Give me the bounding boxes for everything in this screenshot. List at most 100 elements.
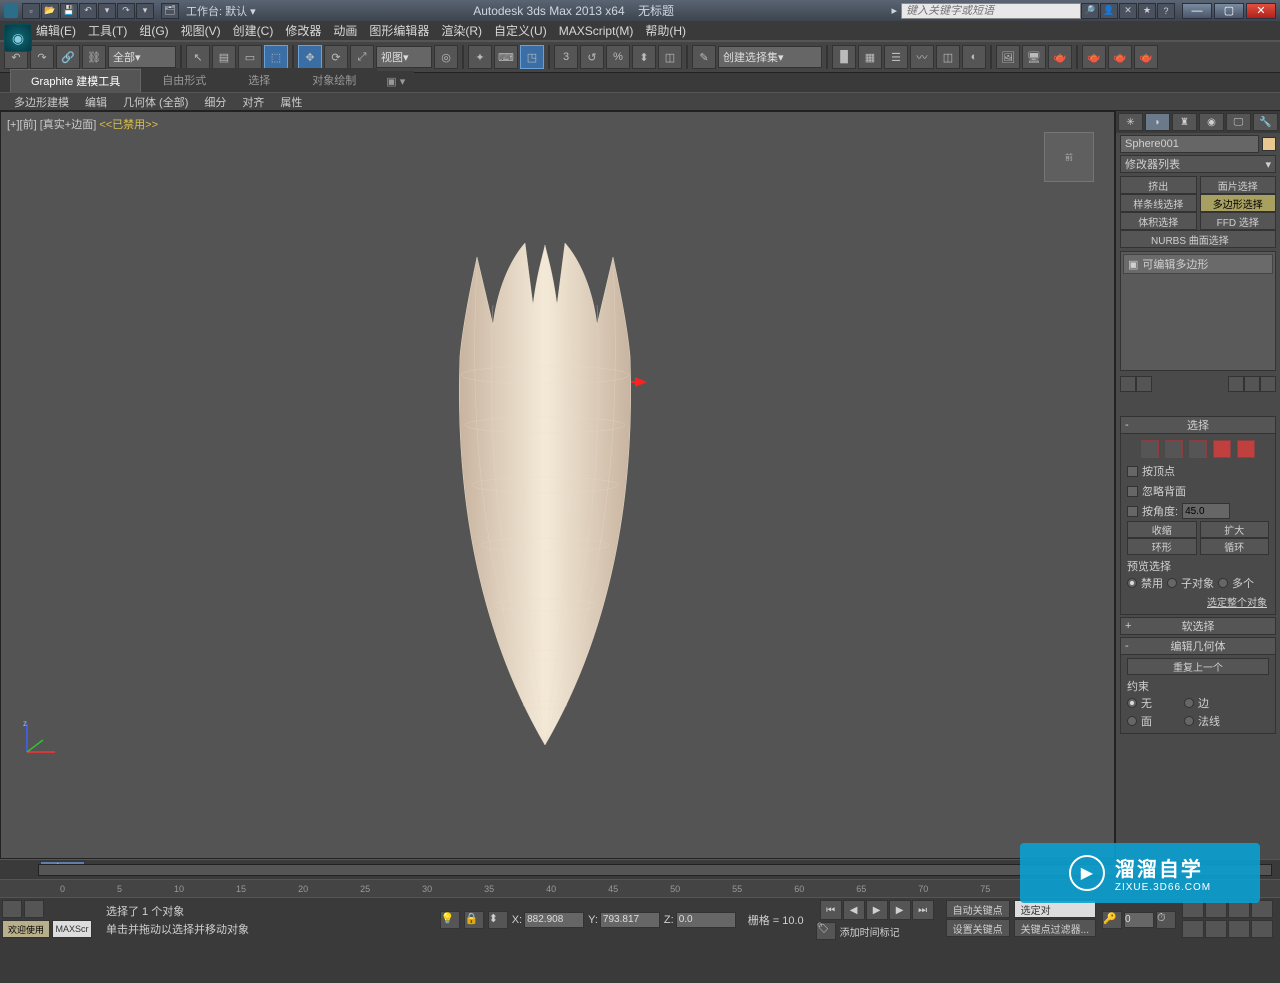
utilities-tab-icon[interactable]: 🔧	[1253, 113, 1278, 131]
subobj-border-icon[interactable]	[1189, 440, 1207, 458]
sub-geom[interactable]: 几何体 (全部)	[119, 94, 192, 110]
project-icon[interactable]: 🗂	[161, 3, 179, 19]
schematic-icon[interactable]: ◫	[936, 45, 960, 69]
isolate-icon[interactable]: 💡	[440, 911, 460, 929]
menu-custom[interactable]: 自定义(U)	[494, 22, 547, 39]
layer-icon[interactable]: ☰	[884, 45, 908, 69]
viewport[interactable]: [+][前] [真实+边面] <<已禁用>> 前 y	[0, 111, 1115, 859]
exchange-icon[interactable]: ✕	[1119, 3, 1137, 19]
close-button[interactable]: ✕	[1246, 3, 1276, 19]
menu-create[interactable]: 创建(C)	[233, 22, 274, 39]
modify-tab-icon[interactable]: ◗	[1145, 113, 1170, 131]
minimize-button[interactable]: —	[1182, 3, 1212, 19]
radio-multi[interactable]	[1218, 578, 1228, 588]
coord-x-input[interactable]	[524, 912, 584, 928]
sub-edit[interactable]: 编辑	[81, 94, 111, 110]
btn-face-select[interactable]: 面片选择	[1200, 176, 1277, 194]
tab-freeform[interactable]: 自由形式	[141, 68, 227, 92]
tab-paint[interactable]: 对象绘制	[291, 68, 377, 92]
btn-ring[interactable]: 环形	[1127, 538, 1197, 555]
remove-mod-icon[interactable]	[1244, 376, 1260, 392]
modifier-stack[interactable]: ▣ 可编辑多边形	[1120, 251, 1276, 371]
tab-selection[interactable]: 选择	[227, 68, 291, 92]
menu-group[interactable]: 组(G)	[139, 22, 168, 39]
radio-disable[interactable]	[1127, 578, 1137, 588]
time-tag-icon[interactable]: 🏷	[816, 922, 836, 940]
undo-icon[interactable]: ↶	[79, 3, 97, 19]
welcome-button[interactable]: 欢迎使用	[2, 920, 50, 938]
render-icon[interactable]: 🫖	[1048, 45, 1072, 69]
btn-shrink[interactable]: 收缩	[1127, 521, 1197, 538]
key-mode-icon[interactable]: 🔑	[1102, 911, 1122, 929]
make-unique-icon[interactable]	[1228, 376, 1244, 392]
time-config-icon[interactable]: ⏱	[1156, 911, 1176, 929]
goto-end-icon[interactable]: ⏭	[912, 900, 934, 920]
script-icon[interactable]	[2, 900, 22, 918]
window-crossing-icon[interactable]: ⬚	[264, 45, 288, 69]
maximize-button[interactable]: ▢	[1214, 3, 1244, 19]
info-center-icon[interactable]: 🔎	[1081, 3, 1099, 19]
menu-modifiers[interactable]: 修改器	[285, 22, 321, 39]
object-name-field[interactable]: Sphere001	[1120, 135, 1259, 153]
rollout-selection[interactable]: -选择	[1120, 416, 1276, 434]
curve-editor-icon[interactable]: 〰	[910, 45, 934, 69]
save-icon[interactable]: 💾	[60, 3, 78, 19]
select-name-icon[interactable]: ▤	[212, 45, 236, 69]
signin-icon[interactable]: 👤	[1100, 3, 1118, 19]
help-icon[interactable]: ?	[1157, 3, 1175, 19]
search-caret-icon[interactable]: ▸	[891, 4, 897, 17]
menu-graph[interactable]: 图形编辑器	[369, 22, 429, 39]
sub-props[interactable]: 属性	[276, 94, 306, 110]
orbit-icon[interactable]	[1228, 920, 1250, 938]
subobj-vertex-icon[interactable]	[1141, 440, 1159, 458]
angle-snap-icon[interactable]: ↺	[580, 45, 604, 69]
undo-dd-icon[interactable]: ▾	[98, 3, 116, 19]
menu-anim[interactable]: 动画	[333, 22, 357, 39]
stack-item-editable-poly[interactable]: ▣ 可编辑多边形	[1123, 254, 1273, 274]
percent-snap-icon[interactable]: %	[606, 45, 630, 69]
render-iter-icon[interactable]: 🫖	[1108, 45, 1132, 69]
menu-tools[interactable]: 工具(T)	[88, 22, 127, 39]
btn-nurbs-select[interactable]: NURBS 曲面选择	[1120, 230, 1276, 248]
viewport-label[interactable]: [+][前] [真实+边面] <<已禁用>>	[7, 116, 158, 132]
favorite-icon[interactable]: ★	[1138, 3, 1156, 19]
move-icon[interactable]: ✥	[298, 45, 322, 69]
chk-by-angle[interactable]	[1127, 506, 1138, 517]
render-setup-icon[interactable]: 🖼	[996, 45, 1020, 69]
align-icon[interactable]: ▦	[858, 45, 882, 69]
tab-graphite[interactable]: Graphite 建模工具	[10, 69, 141, 92]
select-icon[interactable]: ↖	[186, 45, 210, 69]
rollout-soft-selection[interactable]: +软选择	[1120, 617, 1276, 635]
manipulate-icon[interactable]: ✦	[468, 45, 492, 69]
create-tab-icon[interactable]: ✳	[1118, 113, 1143, 131]
btn-grow[interactable]: 扩大	[1200, 521, 1270, 538]
current-frame-input[interactable]	[1124, 912, 1154, 928]
next-frame-icon[interactable]: ▶	[889, 900, 911, 920]
named-selection-dropdown[interactable]: 创建选择集 ▾	[718, 46, 822, 68]
configure-icon[interactable]	[1260, 376, 1276, 392]
select-region-icon[interactable]: ▭	[238, 45, 262, 69]
scale-icon[interactable]: ⤢	[350, 45, 374, 69]
add-time-tag[interactable]: 添加时间标记	[840, 924, 900, 939]
mirror-icon[interactable]: ▐▌	[832, 45, 856, 69]
angle-spinner[interactable]	[1182, 503, 1230, 519]
adapt-icon[interactable]: ⬍	[488, 911, 508, 929]
btn-poly-select[interactable]: 多边形选择	[1200, 194, 1277, 212]
snap-toggle-icon[interactable]: ◳	[520, 45, 544, 69]
btn-loop[interactable]: 循环	[1200, 538, 1270, 555]
radio-face[interactable]	[1127, 716, 1137, 726]
subobj-edge-icon[interactable]	[1165, 440, 1183, 458]
named-sel-edit-icon[interactable]: ✎	[692, 45, 716, 69]
prev-frame-icon[interactable]: ◀	[843, 900, 865, 920]
radio-edge[interactable]	[1184, 698, 1194, 708]
menu-edit[interactable]: 编辑(E)	[36, 22, 76, 39]
goto-start-icon[interactable]: ⏮	[820, 900, 842, 920]
help-search-input[interactable]	[901, 3, 1081, 19]
menu-views[interactable]: 视图(V)	[181, 22, 221, 39]
show-end-icon[interactable]	[1136, 376, 1152, 392]
open-icon[interactable]: 📂	[41, 3, 59, 19]
ribbon-expand-icon[interactable]: ▣ ▾	[377, 71, 414, 92]
display-tab-icon[interactable]: 🖵	[1226, 113, 1251, 131]
app-logo[interactable]: ◉	[4, 24, 32, 52]
material-icon[interactable]: ◐	[962, 45, 986, 69]
